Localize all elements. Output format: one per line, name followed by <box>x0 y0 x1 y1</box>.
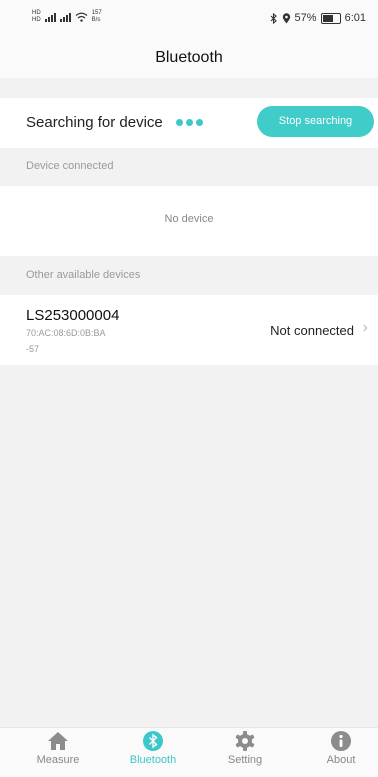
signal-icon <box>44 12 56 22</box>
sim1-label: HD <box>32 10 41 16</box>
status-bar: HD HD 157 B/s 57% 6:01 <box>0 0 378 38</box>
tab-about-label: About <box>326 754 356 766</box>
connected-device-list: No device <box>0 186 378 256</box>
bluetooth-status-icon <box>270 12 277 24</box>
sim2-label: HD <box>32 17 41 23</box>
sim-indicators: HD HD <box>32 10 41 24</box>
battery-icon <box>320 12 341 24</box>
status-left: HD HD 157 B/s <box>32 10 102 24</box>
tab-measure[interactable]: Measure <box>23 730 93 766</box>
search-status-label: Searching for device <box>26 114 163 131</box>
device-list-item[interactable]: LS253000004 70:AC:08:6D:0B:BA -57 Not co… <box>0 295 378 365</box>
net-speed-unit: B/s <box>91 17 101 23</box>
device-rssi: -57 <box>26 344 40 354</box>
clock: 6:01 <box>344 12 366 24</box>
bottom-tab-bar: Measure Bluetooth Setting About <box>0 727 378 777</box>
device-mac: 70:AC:08:6D:0B:BA <box>26 328 106 338</box>
loading-dots-icon <box>176 119 203 126</box>
tab-setting-label: Setting <box>227 754 263 766</box>
available-section-header: Other available devices <box>26 269 141 281</box>
battery-percent: 57% <box>294 12 317 24</box>
info-icon <box>331 731 351 751</box>
tab-bluetooth-label: Bluetooth <box>129 754 177 766</box>
wifi-icon <box>75 12 88 22</box>
gear-icon <box>235 731 255 751</box>
signal-icon-2 <box>59 12 71 22</box>
connected-section-header: Device connected <box>26 160 114 172</box>
chevron-right-icon: › <box>362 319 368 336</box>
home-icon <box>48 732 68 750</box>
search-row: Searching for device Stop searching <box>0 98 378 148</box>
device-name: LS253000004 <box>26 307 120 324</box>
net-speed-value: 157 <box>91 10 102 16</box>
status-right: 57% 6:01 <box>270 12 366 24</box>
no-device-label: No device <box>164 213 214 225</box>
bluetooth-icon <box>143 731 163 751</box>
tab-bluetooth[interactable]: Bluetooth <box>118 730 188 766</box>
tab-measure-label: Measure <box>36 754 80 766</box>
net-speed: 157 B/s <box>92 10 102 24</box>
tab-about[interactable]: About <box>306 730 376 766</box>
page-title: Bluetooth <box>0 38 378 78</box>
location-icon <box>282 12 290 23</box>
device-connection-status: Not connected <box>270 323 354 338</box>
tab-setting[interactable]: Setting <box>210 730 280 766</box>
stop-searching-button[interactable]: Stop searching <box>257 106 374 137</box>
